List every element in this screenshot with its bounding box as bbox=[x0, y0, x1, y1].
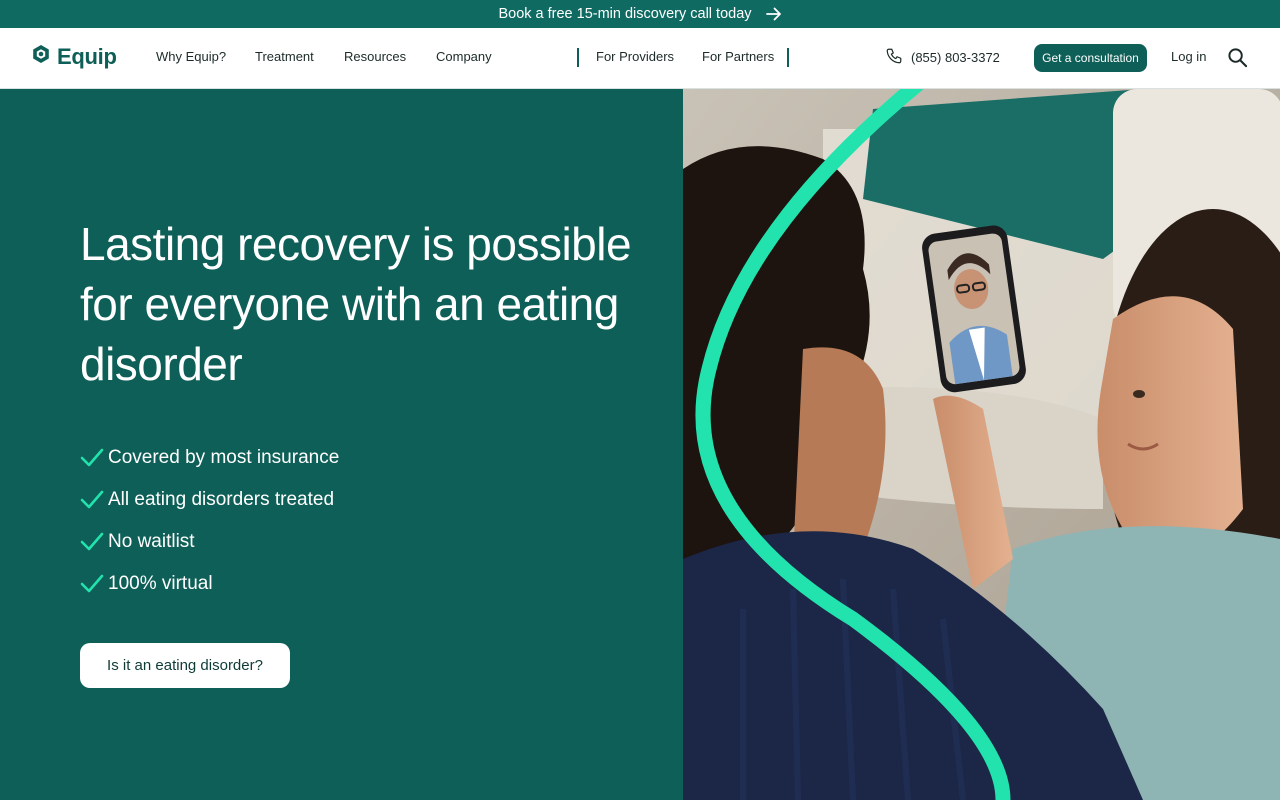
site-header: Equip Why Equip? Treatment Resources Com… bbox=[0, 28, 1280, 89]
benefit-text: Covered by most insurance bbox=[108, 447, 340, 468]
list-item: No waitlist bbox=[80, 521, 339, 563]
announcement-bar[interactable]: Book a free 15-min discovery call today bbox=[0, 0, 1280, 28]
nav-divider-left bbox=[577, 48, 579, 67]
checkmark-icon bbox=[80, 573, 104, 595]
nav-company[interactable]: Company bbox=[436, 49, 492, 64]
equip-logo[interactable]: Equip bbox=[31, 44, 117, 70]
nav-for-providers[interactable]: For Providers bbox=[596, 49, 674, 64]
hero-photo bbox=[683, 89, 1280, 800]
search-icon[interactable] bbox=[1227, 47, 1248, 73]
list-item: All eating disorders treated bbox=[80, 479, 339, 521]
arrow-right-icon bbox=[765, 7, 782, 21]
phone-link[interactable]: (855) 803-3372 bbox=[885, 47, 1000, 68]
is-it-an-eating-disorder-button[interactable]: Is it an eating disorder? bbox=[80, 643, 290, 688]
hero-title: Lasting recovery is possible for everyon… bbox=[80, 218, 632, 390]
benefit-text: No waitlist bbox=[108, 531, 195, 552]
get-consultation-button[interactable]: Get a consultation bbox=[1034, 44, 1147, 72]
checkmark-icon bbox=[80, 447, 104, 469]
nav-why-equip[interactable]: Why Equip? bbox=[156, 49, 226, 64]
nav-for-partners[interactable]: For Partners bbox=[702, 49, 774, 64]
list-item: Covered by most insurance bbox=[80, 437, 339, 479]
phone-icon bbox=[885, 47, 903, 68]
list-item: 100% virtual bbox=[80, 563, 339, 605]
nav-divider-right bbox=[787, 48, 789, 67]
benefit-text: 100% virtual bbox=[108, 573, 213, 594]
benefit-text: All eating disorders treated bbox=[108, 489, 335, 510]
checkmark-icon bbox=[80, 489, 104, 511]
nav-resources[interactable]: Resources bbox=[344, 49, 406, 64]
logo-text: Equip bbox=[57, 44, 117, 69]
benefits-list: Covered by most insurance All eating dis… bbox=[80, 437, 339, 605]
equip-logo-icon bbox=[31, 44, 51, 70]
nav-treatment[interactable]: Treatment bbox=[255, 49, 314, 64]
announcement-text[interactable]: Book a free 15-min discovery call today bbox=[498, 6, 751, 22]
phone-number: (855) 803-3372 bbox=[911, 50, 1000, 65]
login-link[interactable]: Log in bbox=[1171, 49, 1206, 64]
checkmark-icon bbox=[80, 531, 104, 553]
